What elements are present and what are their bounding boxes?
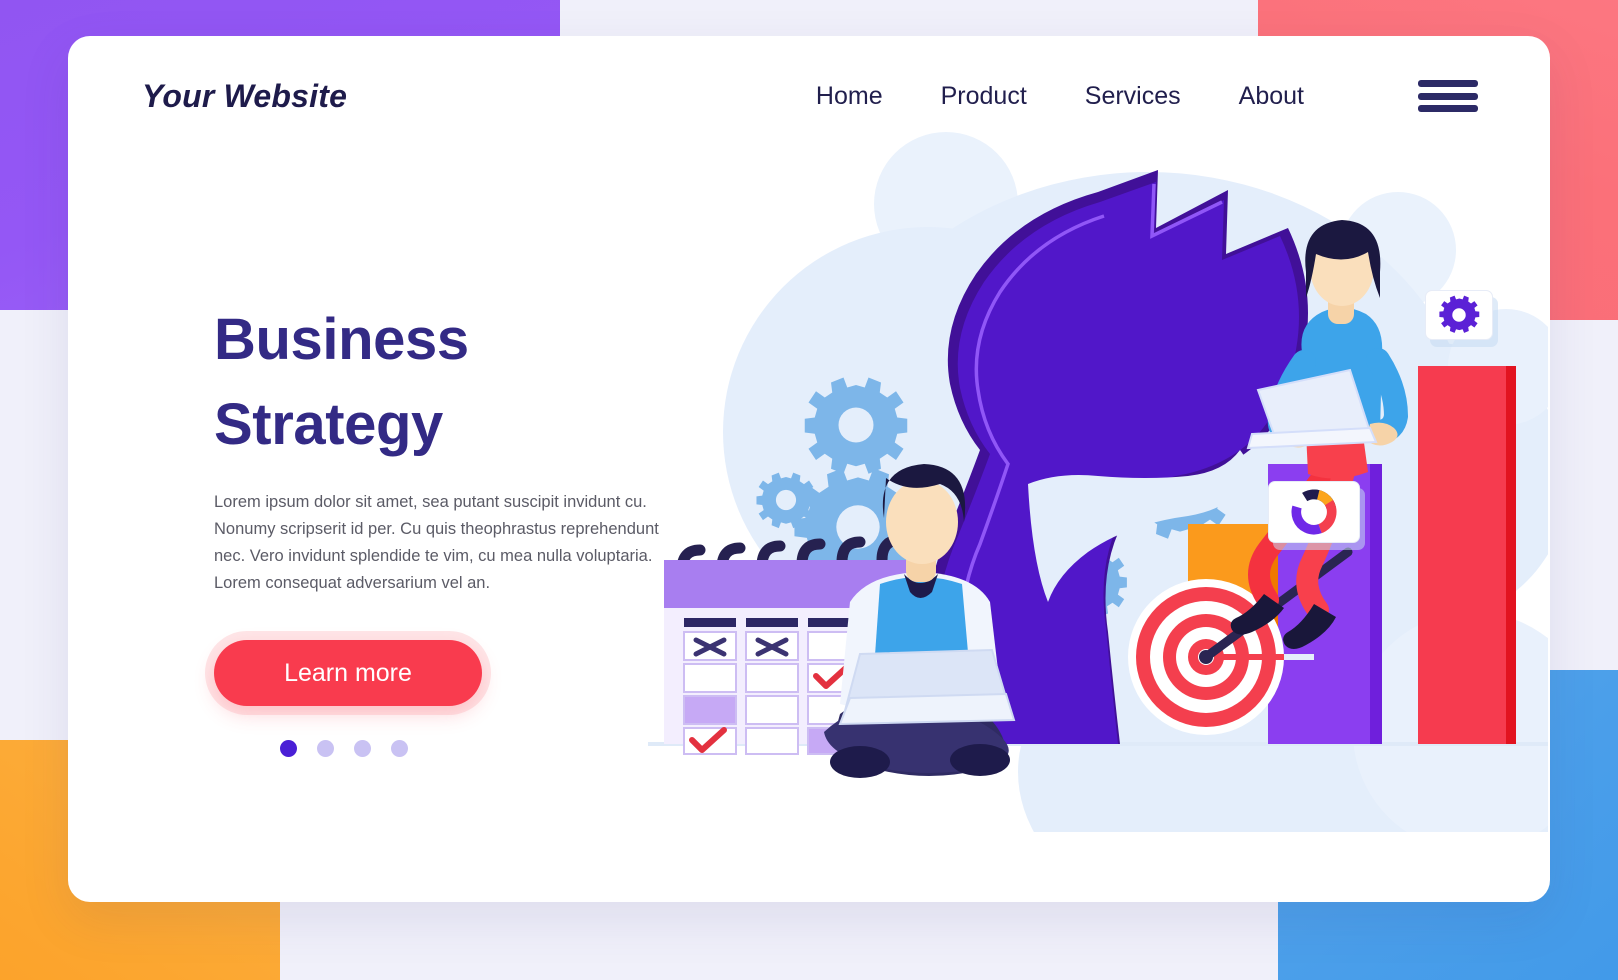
title-line-2: Strategy [214,391,443,457]
carousel-dot-3[interactable] [354,740,371,758]
nav-item-services[interactable]: Services [1085,82,1181,111]
nav-item-product[interactable]: Product [941,82,1027,111]
gear-icon [1439,295,1480,333]
site-header: Your Website Home Product Services About [68,36,1550,156]
hamburger-icon[interactable] [1418,76,1478,116]
hero-paragraph: Lorem ipsum dolor sit amet, sea putant s… [214,493,659,592]
carousel-dot-1[interactable] [280,740,297,758]
gear-card[interactable] [1425,290,1493,340]
main-navigation: Home Product Services About [816,76,1478,116]
page-title: Business Strategy [214,298,684,467]
donut-chart-icon [1291,489,1337,535]
donut-card-left[interactable] [1268,481,1360,543]
business-strategy-illustration [628,132,1548,832]
title-line-1: Business [214,307,469,372]
nav-item-home[interactable]: Home [816,82,883,111]
carousel-dot-2[interactable] [317,740,334,758]
nav-item-about[interactable]: About [1239,82,1304,111]
landing-page-card: Your Website Home Product Services About [68,36,1550,902]
carousel-dots [214,740,684,758]
site-logo[interactable]: Your Website [142,78,347,115]
learn-more-button[interactable]: Learn more [214,640,482,707]
hero-section: Business Strategy Lorem ipsum dolor sit … [214,298,684,758]
carousel-dot-4[interactable] [391,740,408,758]
